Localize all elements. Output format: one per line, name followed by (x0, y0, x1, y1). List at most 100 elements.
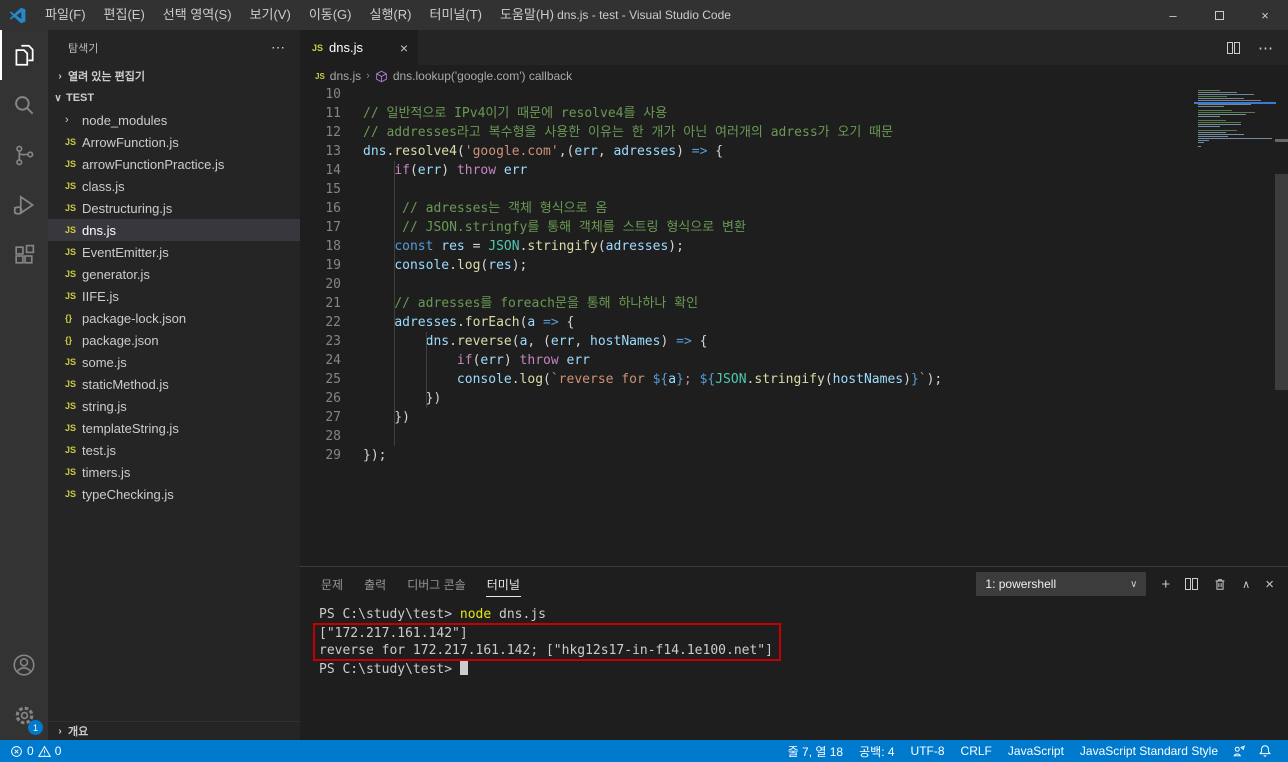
file-item-dns.js[interactable]: JS dns.js (48, 219, 300, 241)
code-line-11[interactable]: 11// 일반적으로 IPv4이기 때문에 resolve4를 사용 (300, 104, 1288, 123)
menu-item[interactable]: 터미널(T) (420, 0, 490, 30)
terminal[interactable]: PS C:\study\test> node dns.js ["172.217.1… (300, 601, 1288, 740)
activity-bar: 1 (0, 30, 48, 740)
file-item-staticMethod.js[interactable]: JS staticMethod.js (48, 373, 300, 395)
feedback-smiley-icon[interactable] (1226, 744, 1252, 758)
js-icon: JS (65, 401, 77, 411)
code-line-25[interactable]: 25 console.log(`reverse for ${a}; ${JSON… (300, 370, 1288, 389)
file-item-Destructuring.js[interactable]: JS Destructuring.js (48, 197, 300, 219)
code-line-20[interactable]: 20 (300, 275, 1288, 294)
code-line-24[interactable]: 24 if(err) throw err (300, 351, 1288, 370)
editor-scrollbar[interactable] (1275, 174, 1288, 390)
panel-tab-터미널[interactable]: 터미널 (485, 572, 521, 597)
files-icon (15, 44, 34, 66)
split-editor-icon[interactable] (1227, 41, 1240, 54)
file-item-string.js[interactable]: JS string.js (48, 395, 300, 417)
file-item-typeChecking.js[interactable]: JS typeChecking.js (48, 483, 300, 505)
overview-ruler-marker (1275, 139, 1288, 142)
menu-item[interactable]: 파일(F) (36, 0, 95, 30)
minimize-button[interactable]: – (1150, 0, 1196, 30)
menu-item[interactable]: 실행(R) (361, 0, 421, 30)
status-item[interactable]: UTF-8 (903, 744, 953, 758)
panel-tab-문제[interactable]: 문제 (320, 572, 344, 596)
tab-dns-js[interactable]: JS dns.js × (300, 30, 418, 65)
file-item-package.json[interactable]: {} package.json (48, 329, 300, 351)
editor-more-actions-icon[interactable]: ⋯ (1258, 39, 1274, 57)
code-line-16[interactable]: 16 // adresses는 객체 형식으로 옴 (300, 199, 1288, 218)
minimap[interactable] (1194, 90, 1276, 148)
activity-source-control[interactable] (0, 130, 48, 180)
menu-item[interactable]: 도움말(H) (491, 0, 563, 30)
close-panel-icon[interactable]: × (1265, 576, 1274, 593)
title-bar: 파일(F) 편집(E) 선택 영역(S) 보기(V) 이동(G) 실행(R) 터미널(T) 도… (0, 0, 1288, 30)
activity-run-debug[interactable] (0, 180, 48, 230)
status-item[interactable]: 줄 7, 열 18 (780, 743, 851, 760)
terminal-cursor (459, 661, 468, 675)
terminal-shell-select[interactable]: 1: powershell ∨ (976, 572, 1147, 596)
code-lines: 10 11// 일반적으로 IPv4이기 때문에 resolve4를 사용 12//… (300, 87, 1288, 465)
code-line-21[interactable]: 21 // adresses를 foreach문을 통해 하나하나 확인 (300, 294, 1288, 313)
panel-tab-디버그 콘솔[interactable]: 디버그 콘솔 (406, 572, 467, 596)
activity-explorer[interactable] (0, 30, 48, 80)
activity-account[interactable] (0, 640, 48, 690)
file-item-timers.js[interactable]: JS timers.js (48, 461, 300, 483)
maximize-button[interactable] (1196, 0, 1242, 30)
menu-item[interactable]: 보기(V) (241, 0, 300, 30)
code-line-15[interactable]: 15 (300, 180, 1288, 199)
code-line-12[interactable]: 12// addresses라고 복수형을 사용한 이유는 한 개가 아닌 여러… (300, 123, 1288, 142)
notifications-bell-icon[interactable] (1252, 744, 1278, 758)
search-icon (15, 96, 34, 115)
menu-item[interactable]: 이동(G) (300, 0, 361, 30)
section-outline[interactable]: › 개요 (48, 721, 300, 740)
file-item-arrowFunctionPractice.js[interactable]: JS arrowFunctionPractice.js (48, 153, 300, 175)
new-terminal-icon[interactable]: + (1161, 576, 1170, 593)
menu-bar: 파일(F) 편집(E) 선택 영역(S) 보기(V) 이동(G) 실행(R) 터미널(T) 도… (36, 0, 563, 30)
code-line-13[interactable]: 13 dns.resolve4('google.com',(err, adress… (300, 142, 1288, 161)
split-terminal-icon[interactable] (1185, 578, 1199, 590)
menu-item[interactable]: 편집(E) (95, 0, 154, 30)
file-item-some.js[interactable]: JS some.js (48, 351, 300, 373)
close-window-button[interactable]: × (1242, 0, 1288, 30)
js-icon: JS (65, 137, 77, 147)
status-item[interactable]: 공백: 4 (851, 743, 902, 760)
activity-settings[interactable]: 1 (0, 690, 48, 740)
code-line-19[interactable]: 19 console.log(res); (300, 256, 1288, 275)
file-item-package-lock.json[interactable]: {} package-lock.json (48, 307, 300, 329)
code-line-27[interactable]: 27 }) (300, 408, 1288, 427)
file-item-IIFE.js[interactable]: JS IIFE.js (48, 285, 300, 307)
settings-badge: 1 (28, 720, 43, 735)
problems-status[interactable]: 0 0 (10, 744, 61, 758)
file-item-generator.js[interactable]: JS generator.js (48, 263, 300, 285)
code-editor[interactable]: 10 11// 일반적으로 IPv4이기 때문에 resolve4를 사용 12//… (300, 87, 1288, 566)
kill-terminal-icon[interactable] (1213, 577, 1227, 591)
section-root-folder[interactable]: ∨ TEST (48, 87, 300, 109)
code-line-18[interactable]: 18 const res = JSON.stringify(adresses); (300, 237, 1288, 256)
maximize-panel-icon[interactable]: ∧ (1242, 578, 1250, 591)
code-line-29[interactable]: 29}); (300, 446, 1288, 465)
file-item-test.js[interactable]: JS test.js (48, 439, 300, 461)
code-line-28[interactable]: 28 (300, 427, 1288, 446)
file-item-class.js[interactable]: JS class.js (48, 175, 300, 197)
panel-tab-출력[interactable]: 출력 (363, 572, 387, 596)
code-line-22[interactable]: 22 adresses.forEach(a => { (300, 313, 1288, 332)
file-item-templateString.js[interactable]: JS templateString.js (48, 417, 300, 439)
menu-item[interactable]: 선택 영역(S) (154, 0, 241, 30)
status-item[interactable]: JavaScript Standard Style (1072, 744, 1226, 758)
breadcrumb[interactable]: JS dns.js › dns.lookup('google.com') cal… (300, 65, 1288, 87)
code-line-23[interactable]: 23 dns.reverse(a, (err, hostNames) => { (300, 332, 1288, 351)
close-tab-icon[interactable]: × (400, 40, 408, 56)
code-line-26[interactable]: 26 }) (300, 389, 1288, 408)
bottom-panel: 문제 출력 디버그 콘솔 터미널 1: powershell ∨ + ∧ × P… (300, 566, 1288, 740)
sidebar-more-actions-icon[interactable]: ⋯ (271, 39, 286, 56)
activity-search[interactable] (0, 80, 48, 130)
section-open-editors[interactable]: › 열려 있는 편집기 (48, 65, 300, 87)
code-line-10[interactable]: 10 (300, 87, 1288, 104)
file-item-node_modules[interactable]: › node_modules (48, 109, 300, 131)
code-line-17[interactable]: 17 // JSON.stringfy를 통해 객체를 스트링 형식으로 변환 (300, 218, 1288, 237)
activity-extensions[interactable] (0, 230, 48, 280)
status-item[interactable]: JavaScript (1000, 744, 1072, 758)
file-item-ArrowFunction.js[interactable]: JS ArrowFunction.js (48, 131, 300, 153)
file-item-EventEmitter.js[interactable]: JS EventEmitter.js (48, 241, 300, 263)
status-item[interactable]: CRLF (953, 744, 1000, 758)
code-line-14[interactable]: 14 if(err) throw err (300, 161, 1288, 180)
